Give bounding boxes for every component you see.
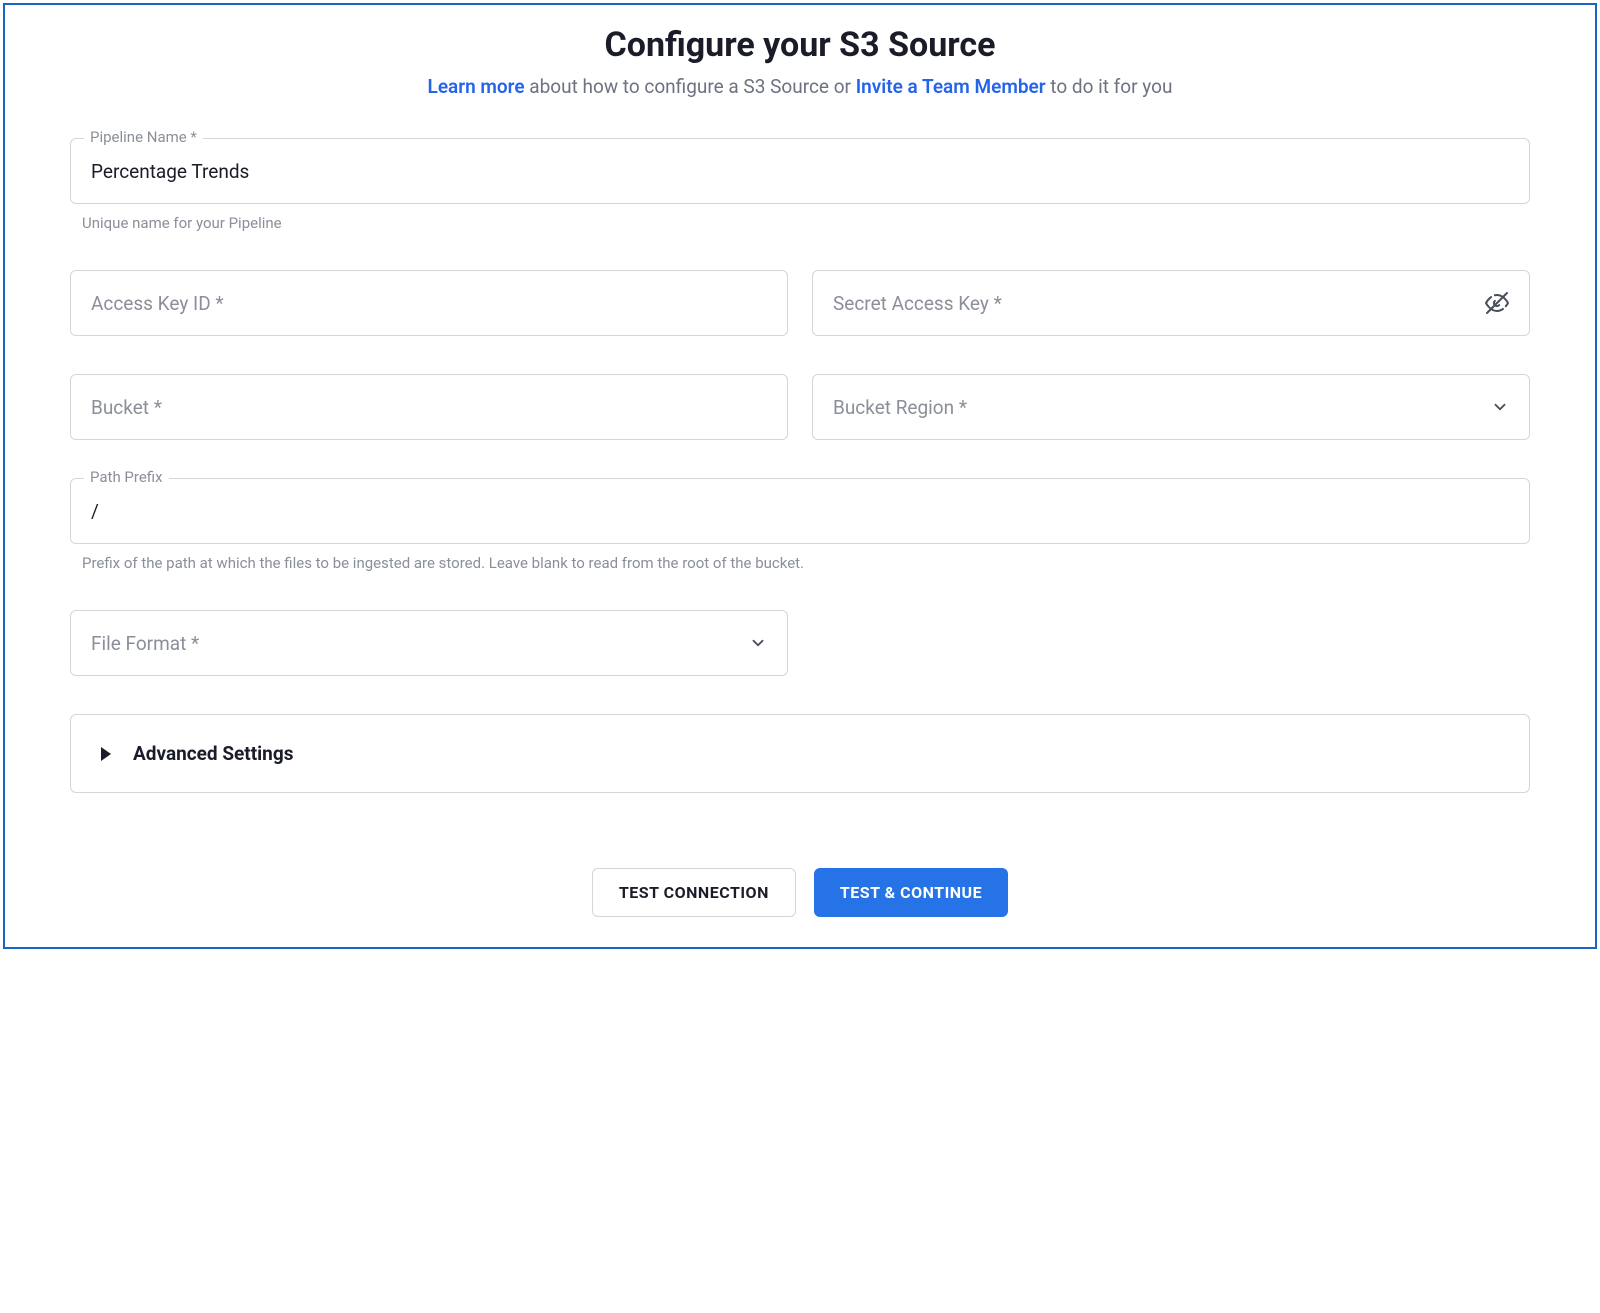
secret-access-key-input[interactable] <box>833 292 1475 315</box>
main-container: Configure your S3 Source Learn more abou… <box>3 3 1597 949</box>
bucket-region-container[interactable]: Bucket Region * <box>812 374 1530 440</box>
bucket-region-placeholder: Bucket Region * <box>833 396 1481 419</box>
bucket-region-field: Bucket Region * <box>812 374 1530 440</box>
file-format-placeholder: File Format * <box>91 632 739 655</box>
path-prefix-container[interactable] <box>70 478 1530 544</box>
bucket-container[interactable] <box>70 374 788 440</box>
path-prefix-section: Path Prefix Prefix of the path at which … <box>70 478 1530 572</box>
file-format-section: File Format * <box>70 610 1530 676</box>
header: Configure your S3 Source Learn more abou… <box>70 25 1530 98</box>
advanced-settings-label: Advanced Settings <box>133 742 293 765</box>
pipeline-name-field: Pipeline Name * <box>70 138 1530 204</box>
path-prefix-field: Path Prefix <box>70 478 1530 544</box>
test-connection-button[interactable]: TEST CONNECTION <box>592 868 796 917</box>
access-key-id-input[interactable] <box>91 292 767 315</box>
access-keys-row <box>70 270 1530 336</box>
test-continue-button[interactable]: TEST & CONTINUE <box>814 868 1008 917</box>
bucket-input[interactable] <box>91 396 767 419</box>
subtitle-text-1: about how to configure a S3 Source or <box>525 75 856 98</box>
chevron-down-icon <box>1491 398 1509 416</box>
secret-access-key-container[interactable] <box>812 270 1530 336</box>
secret-access-key-field <box>812 270 1530 336</box>
file-format-container[interactable]: File Format * <box>70 610 788 676</box>
pipeline-name-label: Pipeline Name * <box>84 128 203 146</box>
pipeline-name-section: Pipeline Name * Unique name for your Pip… <box>70 138 1530 232</box>
file-format-field: File Format * <box>70 610 788 676</box>
bucket-field <box>70 374 788 440</box>
expand-triangle-icon <box>101 747 111 761</box>
access-key-id-container[interactable] <box>70 270 788 336</box>
subtitle: Learn more about how to configure a S3 S… <box>70 75 1530 98</box>
path-prefix-label: Path Prefix <box>84 468 169 486</box>
pipeline-name-input-container[interactable] <box>70 138 1530 204</box>
pipeline-name-helper: Unique name for your Pipeline <box>82 214 1530 232</box>
advanced-settings-toggle[interactable]: Advanced Settings <box>70 714 1530 793</box>
learn-more-link[interactable]: Learn more <box>428 75 525 98</box>
chevron-down-icon <box>749 634 767 652</box>
page-title: Configure your S3 Source <box>70 25 1530 65</box>
pipeline-name-input[interactable] <box>91 160 1509 183</box>
invite-team-link[interactable]: Invite a Team Member <box>856 75 1046 98</box>
path-prefix-input[interactable] <box>91 500 1509 523</box>
access-key-id-field <box>70 270 788 336</box>
button-row: TEST CONNECTION TEST & CONTINUE <box>70 868 1530 917</box>
path-prefix-helper: Prefix of the path at which the files to… <box>82 554 1530 572</box>
bucket-row: Bucket Region * <box>70 374 1530 440</box>
subtitle-text-2: to do it for you <box>1046 75 1173 98</box>
eye-off-icon[interactable] <box>1485 291 1509 315</box>
